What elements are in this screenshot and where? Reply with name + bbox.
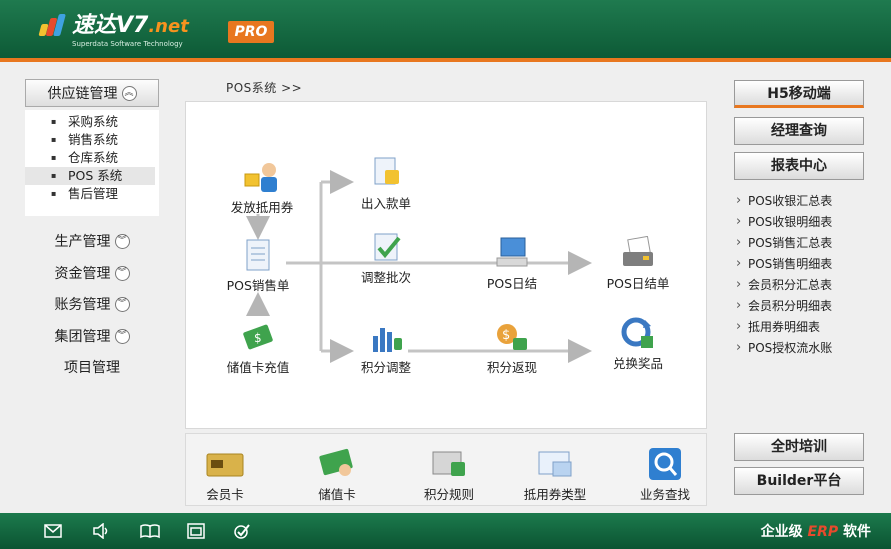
- svg-text:$: $: [254, 331, 262, 345]
- chevron-down-icon: ︾: [114, 296, 130, 312]
- quick-points-rule[interactable]: 积分规则: [404, 448, 494, 503]
- member-card-icon: [205, 448, 245, 480]
- printer-documents-icon: [619, 235, 657, 270]
- sidebar-item-pos[interactable]: POS 系统: [25, 167, 155, 185]
- stored-value-card-icon: [317, 448, 357, 480]
- quick-access-bar: 会员卡 储值卡 积分规则 抵用券类型 业务查找: [185, 433, 707, 506]
- brand-tagline: Superdata Software Technology: [72, 40, 183, 48]
- sidebar-group-production[interactable]: 生产管理 ︾: [25, 228, 159, 254]
- flow-points-adjust[interactable]: 积分调整: [346, 320, 426, 376]
- flow-in-out-payment[interactable]: 出入款单: [346, 156, 426, 212]
- volume-icon[interactable]: [92, 522, 110, 540]
- training-button[interactable]: 全时培训: [734, 433, 864, 461]
- sidebar-group-funds[interactable]: 资金管理 ︾: [25, 260, 159, 286]
- svg-text:$: $: [502, 328, 510, 343]
- search-icon: [645, 448, 685, 480]
- app-header: 速达V7.net Superdata Software Technology P…: [0, 0, 891, 62]
- brand-suffix: .net: [148, 16, 189, 37]
- report-link[interactable]: 会员积分明细表: [734, 295, 884, 317]
- flow-points-return[interactable]: $ 积分返现: [472, 320, 552, 376]
- chevron-down-icon: ︾: [114, 328, 130, 344]
- person-voucher-icon: [243, 160, 281, 194]
- sidebar-group-label: 供应链管理: [47, 86, 118, 102]
- report-link[interactable]: 会员积分汇总表: [734, 274, 884, 296]
- dollar-exchange-icon: $: [493, 320, 531, 354]
- report-link[interactable]: POS授权流水账: [734, 337, 884, 359]
- money-card-icon: $: [239, 320, 277, 354]
- flow-card-recharge[interactable]: $ 储值卡充值: [218, 320, 298, 376]
- check-icon[interactable]: [233, 523, 251, 539]
- quick-voucher-type[interactable]: 抵用券类型: [510, 448, 600, 503]
- sidebar-item-purchase[interactable]: 采购系统: [25, 113, 159, 131]
- manager-query-button[interactable]: 经理查询: [734, 117, 864, 145]
- brand-name: 速达V7: [72, 13, 149, 38]
- flow-pos-sales[interactable]: POS销售单: [218, 238, 298, 294]
- app-logo: 速达V7.net Superdata Software Technology: [38, 13, 189, 48]
- pro-badge: PRO: [228, 21, 274, 43]
- flow-adjust-batch[interactable]: 调整批次: [346, 230, 426, 286]
- quick-business-search[interactable]: 业务查找: [620, 448, 710, 503]
- sidebar-item-after-sales[interactable]: 售后管理: [25, 185, 159, 203]
- report-center-button[interactable]: 报表中心: [734, 152, 864, 180]
- flow-issue-voucher[interactable]: 发放抵用券: [222, 160, 302, 216]
- quick-stored-value-card[interactable]: 储值卡: [292, 448, 382, 503]
- h5-mobile-button[interactable]: H5移动端: [734, 80, 864, 108]
- sidebar-submenu: 采购系统 销售系统 仓库系统 POS 系统 售后管理: [25, 110, 159, 216]
- report-link[interactable]: POS销售汇总表: [734, 232, 884, 254]
- document-money-icon: [367, 156, 405, 190]
- report-list: POS收银汇总表 POS收银明细表 POS销售汇总表 POS销售明细表 会员积分…: [734, 190, 884, 359]
- breadcrumb: POS系统 >>: [226, 81, 303, 95]
- points-rule-icon: [429, 448, 469, 480]
- report-link[interactable]: POS收银明细表: [734, 211, 884, 233]
- sidebar-group-project[interactable]: 项目管理: [25, 354, 159, 380]
- chevron-down-icon: ︾: [114, 265, 130, 281]
- refresh-gift-icon: [619, 316, 657, 350]
- sidebar-group-accounts[interactable]: 账务管理 ︾: [25, 291, 159, 317]
- sidebar-item-warehouse[interactable]: 仓库系统: [25, 149, 159, 167]
- logo-mark-icon: [38, 14, 68, 36]
- report-link[interactable]: POS销售明细表: [734, 253, 884, 275]
- book-icon[interactable]: [140, 523, 160, 539]
- footer-brand: 企业级 ERP 软件: [760, 524, 871, 540]
- mail-icon[interactable]: [44, 523, 62, 539]
- document-check-icon: [367, 230, 405, 264]
- bar-chart-icon: [367, 320, 405, 354]
- sidebar-group-group-mgmt[interactable]: 集团管理 ︾: [25, 323, 159, 349]
- flow-redeem-prize[interactable]: 兑换奖品: [588, 316, 688, 372]
- report-link[interactable]: POS收银汇总表: [734, 190, 884, 212]
- sidebar-item-sales[interactable]: 销售系统: [25, 131, 159, 149]
- pos-flow-panel: 发放抵用券 POS销售单 $ 储值卡充值 出入款单 调整批次 积分调整 POS日…: [185, 101, 707, 429]
- report-link[interactable]: 抵用券明细表: [734, 316, 884, 338]
- clipboard-icon: [239, 238, 277, 272]
- sidebar-group-supply-chain[interactable]: 供应链管理 ︽: [25, 79, 159, 107]
- computer-icon: [493, 236, 531, 270]
- quick-member-card[interactable]: 会员卡: [180, 448, 270, 503]
- chevron-up-icon: ︽: [121, 85, 137, 101]
- window-icon[interactable]: [187, 523, 205, 539]
- flow-pos-daily[interactable]: POS日结: [472, 236, 552, 292]
- voucher-type-icon: [535, 448, 575, 480]
- app-footer: 企业级 ERP 软件: [0, 513, 891, 549]
- flow-pos-daily-order[interactable]: POS日结单: [588, 235, 688, 292]
- chevron-down-icon: ︾: [114, 233, 130, 249]
- builder-platform-button[interactable]: Builder平台: [734, 467, 864, 495]
